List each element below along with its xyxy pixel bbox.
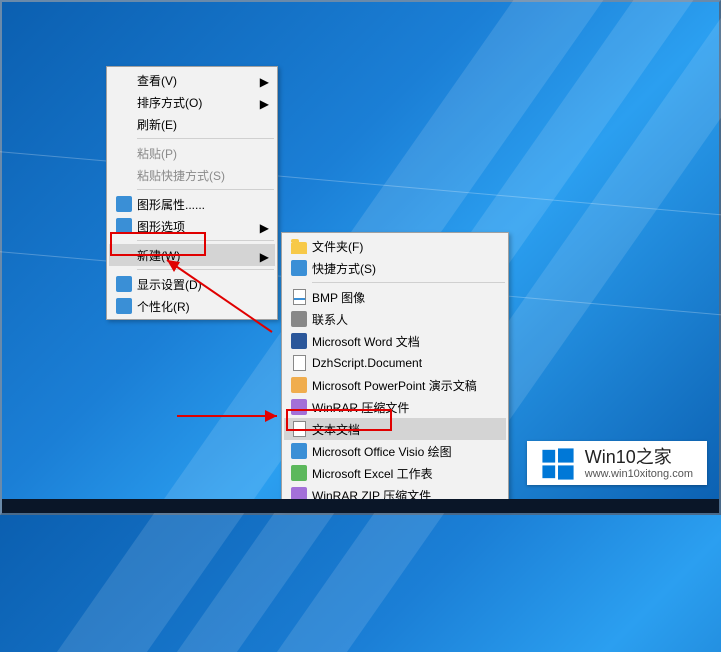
menu-label: Microsoft Office Visio 绘图	[310, 443, 486, 460]
menu-item-view[interactable]: 查看(V) ▶	[109, 69, 275, 91]
menu-label: 显示设置(D)	[135, 276, 255, 293]
menu-label: Microsoft Excel 工作表	[310, 465, 486, 482]
watermark-url: www.win10xitong.com	[585, 468, 693, 480]
menu-label: 联系人	[310, 311, 486, 328]
contact-icon	[288, 310, 310, 328]
menu-label: 文本文档	[310, 421, 486, 438]
menu-label: Microsoft PowerPoint 演示文稿	[310, 377, 486, 394]
shortcut-icon	[288, 259, 310, 277]
submenu-item-visio[interactable]: Microsoft Office Visio 绘图	[284, 440, 506, 462]
menu-item-refresh[interactable]: 刷新(E)	[109, 113, 275, 135]
text-file-icon	[288, 420, 310, 438]
menu-label: 文件夹(F)	[310, 238, 486, 255]
menu-label: DzhScript.Document	[310, 356, 486, 370]
bmp-icon	[288, 288, 310, 306]
menu-separator	[312, 282, 505, 283]
menu-separator	[137, 269, 274, 270]
submenu-item-shortcut[interactable]: 快捷方式(S)	[284, 257, 506, 279]
script-icon	[288, 354, 310, 372]
menu-separator	[137, 240, 274, 241]
menu-item-sort[interactable]: 排序方式(O) ▶	[109, 91, 275, 113]
menu-label: 刷新(E)	[135, 116, 255, 133]
menu-separator	[137, 189, 274, 190]
menu-item-graphics-options[interactable]: 图形选项 ▶	[109, 215, 275, 237]
intel-icon	[113, 195, 135, 213]
submenu-arrow-icon: ▶	[260, 221, 269, 235]
display-icon	[113, 275, 135, 293]
new-submenu: 文件夹(F) 快捷方式(S) BMP 图像 联系人 Microsoft Word…	[281, 232, 509, 509]
folder-icon	[288, 237, 310, 255]
submenu-item-folder[interactable]: 文件夹(F)	[284, 235, 506, 257]
menu-label: 图形选项	[135, 218, 255, 235]
menu-label: Microsoft Word 文档	[310, 333, 486, 350]
watermark-title: Win10之家	[585, 448, 693, 468]
menu-item-paste-shortcut: 粘贴快捷方式(S)	[109, 164, 275, 186]
excel-icon	[288, 464, 310, 482]
menu-item-new[interactable]: 新建(W) ▶	[109, 244, 275, 266]
powerpoint-icon	[288, 376, 310, 394]
menu-label: 快捷方式(S)	[310, 260, 486, 277]
taskbar[interactable]	[2, 499, 719, 513]
submenu-item-excel[interactable]: Microsoft Excel 工作表	[284, 462, 506, 484]
desktop-context-menu: 查看(V) ▶ 排序方式(O) ▶ 刷新(E) 粘贴(P) 粘贴快捷方式(S) …	[106, 66, 278, 320]
menu-item-display-settings[interactable]: 显示设置(D)	[109, 273, 275, 295]
intel-icon	[113, 217, 135, 235]
winrar-icon	[288, 398, 310, 416]
windows-logo-icon	[541, 447, 575, 481]
menu-label: 查看(V)	[135, 72, 255, 89]
submenu-item-winrar[interactable]: WinRAR 压缩文件	[284, 396, 506, 418]
menu-label: 排序方式(O)	[135, 94, 255, 111]
menu-item-graphics-properties[interactable]: 图形属性......	[109, 193, 275, 215]
menu-label: BMP 图像	[310, 289, 486, 306]
menu-label: 粘贴快捷方式(S)	[135, 167, 255, 184]
menu-item-paste: 粘贴(P)	[109, 142, 275, 164]
submenu-arrow-icon: ▶	[260, 75, 269, 89]
personalize-icon	[113, 297, 135, 315]
menu-label: WinRAR 压缩文件	[310, 399, 486, 416]
submenu-item-powerpoint[interactable]: Microsoft PowerPoint 演示文稿	[284, 374, 506, 396]
menu-label: 图形属性......	[135, 196, 255, 213]
submenu-item-bmp[interactable]: BMP 图像	[284, 286, 506, 308]
word-icon	[288, 332, 310, 350]
submenu-arrow-icon: ▶	[260, 97, 269, 111]
menu-label: 个性化(R)	[135, 298, 255, 315]
menu-label: 新建(W)	[135, 247, 255, 264]
submenu-item-word[interactable]: Microsoft Word 文档	[284, 330, 506, 352]
submenu-item-contact[interactable]: 联系人	[284, 308, 506, 330]
submenu-item-text-document[interactable]: 文本文档	[284, 418, 506, 440]
visio-icon	[288, 442, 310, 460]
menu-separator	[137, 138, 274, 139]
submenu-arrow-icon: ▶	[260, 250, 269, 264]
menu-label: 粘贴(P)	[135, 145, 255, 162]
submenu-item-dzhscript[interactable]: DzhScript.Document	[284, 352, 506, 374]
watermark: Win10之家 www.win10xitong.com	[527, 441, 707, 485]
menu-item-personalize[interactable]: 个性化(R)	[109, 295, 275, 317]
